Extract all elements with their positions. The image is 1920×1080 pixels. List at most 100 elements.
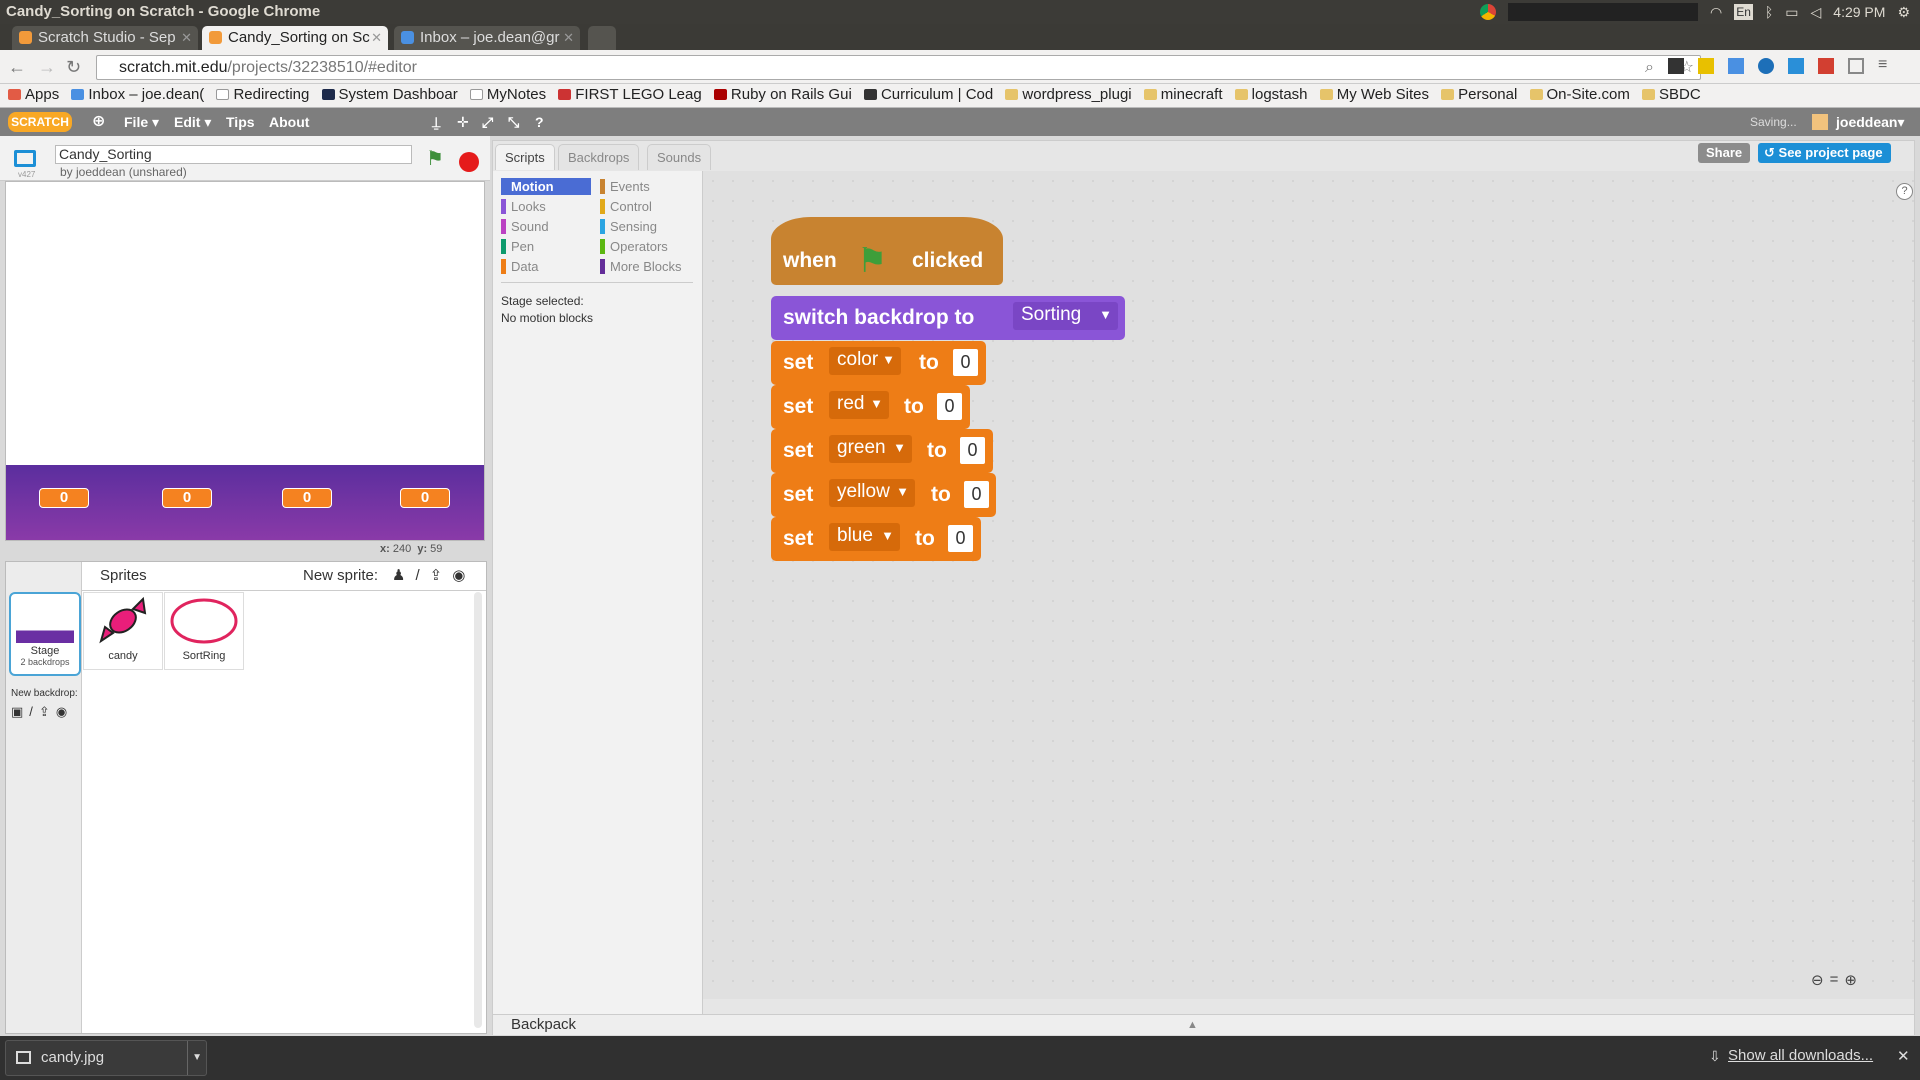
category-data[interactable]: Data: [501, 258, 538, 275]
new-tab-button[interactable]: [588, 26, 616, 50]
chrome-icon[interactable]: [1479, 4, 1496, 20]
zoom-in-icon[interactable]: ⊕: [1844, 971, 1857, 989]
value-input[interactable]: 0: [964, 481, 989, 508]
upload-icon[interactable]: ⇪: [39, 704, 50, 720]
clock[interactable]: 4:29 PM: [1833, 0, 1885, 24]
variable-dropdown[interactable]: blue ▼: [829, 523, 900, 551]
tab-inbox[interactable]: Inbox – joe.dean@gr ✕: [394, 26, 580, 50]
keyboard-lang[interactable]: En: [1734, 4, 1753, 20]
battery-icon[interactable]: ▭: [1785, 0, 1798, 24]
bookmark-folder[interactable]: SBDC: [1642, 84, 1701, 106]
extension-icon-4[interactable]: [1788, 58, 1804, 74]
close-tab-icon[interactable]: ✕: [563, 26, 574, 50]
paint-icon[interactable]: /: [29, 704, 33, 720]
value-input[interactable]: 0: [953, 349, 978, 376]
zoom-reset-icon[interactable]: =: [1830, 971, 1839, 989]
bookmark-item[interactable]: Apps: [8, 84, 59, 106]
share-button[interactable]: Share: [1698, 143, 1751, 163]
upload-icon[interactable]: ⇪: [430, 562, 443, 590]
avatar[interactable]: [1812, 114, 1828, 130]
when-flag-clicked-block[interactable]: when ⚑ clicked: [771, 217, 1003, 285]
menu-about[interactable]: About: [269, 108, 309, 136]
project-title-input[interactable]: Candy_Sorting: [55, 145, 412, 164]
see-project-page-button[interactable]: ↺ See project page: [1758, 143, 1891, 163]
set-variable-block[interactable]: set red ▼ to 0: [771, 385, 970, 429]
zoom-out-icon[interactable]: ⊖: [1811, 971, 1824, 989]
bookmark-folder[interactable]: minecraft: [1143, 84, 1222, 106]
category-pen[interactable]: Pen: [501, 238, 534, 255]
backpack-bar[interactable]: Backpack ▲: [493, 1014, 1914, 1035]
bookmark-folder[interactable]: Personal: [1441, 84, 1517, 106]
user-menu[interactable]: joeddean▾: [1836, 108, 1905, 136]
dropdown-arrow-icon[interactable]: ▼: [187, 1041, 202, 1075]
tab-backdrops[interactable]: Backdrops: [558, 144, 640, 170]
close-tab-icon[interactable]: ✕: [371, 26, 382, 50]
bookmark-item[interactable]: Ruby on Rails Gui: [713, 84, 852, 106]
category-sensing[interactable]: Sensing: [600, 218, 657, 235]
help-icon[interactable]: ?: [1896, 183, 1913, 200]
category-looks[interactable]: Looks: [501, 198, 546, 215]
gear-icon[interactable]: ⚙: [1897, 0, 1910, 24]
calendar-icon[interactable]: [1728, 58, 1744, 74]
bookmark-item[interactable]: Curriculum | Cod: [863, 84, 993, 106]
value-input[interactable]: 0: [960, 437, 985, 464]
cut-icon[interactable]: ✛: [457, 108, 469, 136]
variable-dropdown[interactable]: color ▼: [829, 347, 901, 375]
close-tab-icon[interactable]: ✕: [181, 26, 192, 50]
set-variable-block[interactable]: set green ▼ to 0: [771, 429, 993, 473]
set-variable-block[interactable]: set yellow ▼ to 0: [771, 473, 996, 517]
grow-icon[interactable]: ⤢: [482, 108, 493, 136]
set-variable-block[interactable]: set blue ▼ to 0: [771, 517, 981, 561]
stage-thumbnail[interactable]: Stage 2 backdrops: [9, 592, 81, 676]
close-icon[interactable]: ✕: [1897, 1047, 1910, 1065]
value-input[interactable]: 0: [937, 393, 962, 420]
bookmark-item[interactable]: MyNotes: [469, 84, 546, 106]
help-icon[interactable]: ?: [535, 108, 544, 136]
category-motion[interactable]: Motion: [501, 178, 591, 195]
extension-icon-1[interactable]: [1668, 58, 1684, 74]
menu-tips[interactable]: Tips: [226, 108, 255, 136]
volume-icon[interactable]: ◁: [1811, 0, 1822, 24]
bookmark-folder[interactable]: wordpress_plugi: [1005, 84, 1132, 106]
forward-arrow-icon[interactable]: →: [38, 57, 56, 78]
category-operators[interactable]: Operators: [600, 238, 668, 255]
menu-file[interactable]: File ▾: [124, 108, 159, 136]
sprite-scrollbar[interactable]: [474, 592, 482, 1028]
scratch-logo[interactable]: SCRATCH: [8, 112, 72, 132]
back-arrow-icon[interactable]: ←: [8, 57, 26, 78]
download-item[interactable]: candy.jpg ▼: [5, 1040, 207, 1076]
stage-canvas[interactable]: 0 0 0 0: [5, 181, 485, 541]
tab-scripts[interactable]: Scripts: [495, 144, 555, 170]
globe-icon[interactable]: ⊕: [92, 108, 105, 136]
value-input[interactable]: 0: [948, 525, 973, 552]
backdrop-dropdown[interactable]: Sorting ▼: [1013, 302, 1118, 330]
category-more-blocks[interactable]: More Blocks: [600, 258, 682, 275]
tab-scratch-studio[interactable]: Scratch Studio - Sep ✕: [12, 26, 198, 50]
sprite-thumb-candy[interactable]: candy: [83, 592, 163, 670]
category-sound[interactable]: Sound: [501, 218, 549, 235]
set-variable-block[interactable]: set color ▼ to 0: [771, 341, 986, 385]
menu-edit[interactable]: Edit ▾: [174, 108, 211, 136]
sprite-thumb-sortring[interactable]: SortRing: [164, 592, 244, 670]
bookmark-item[interactable]: Inbox – joe.dean(: [71, 84, 204, 106]
shrink-icon[interactable]: ⤡: [508, 108, 519, 136]
camera-icon[interactable]: ◉: [452, 562, 465, 590]
bookmark-folder[interactable]: My Web Sites: [1319, 84, 1429, 106]
stop-sign-icon[interactable]: [459, 152, 479, 172]
variable-dropdown[interactable]: red ▼: [829, 391, 889, 419]
image-icon[interactable]: ▣: [11, 704, 23, 720]
green-flag-icon[interactable]: ⚑: [426, 149, 444, 169]
duplicate-icon[interactable]: ⍊: [432, 108, 440, 136]
tab-candy-sorting[interactable]: Candy_Sorting on Sc ✕: [202, 26, 388, 50]
category-events[interactable]: Events: [600, 178, 650, 195]
cast-icon[interactable]: [1848, 58, 1864, 74]
zoom-icon[interactable]: ⌕: [1645, 56, 1654, 79]
wifi-icon[interactable]: ◠: [1710, 0, 1722, 24]
paint-icon[interactable]: /: [415, 562, 419, 590]
extension-icon-3[interactable]: [1758, 58, 1774, 74]
bookmark-item[interactable]: Redirecting: [216, 84, 309, 106]
bookmark-item[interactable]: FIRST LEGO Leag: [558, 84, 702, 106]
menu-icon[interactable]: ≡: [1878, 57, 1887, 74]
category-control[interactable]: Control: [600, 198, 652, 215]
bookmark-folder[interactable]: On-Site.com: [1529, 84, 1630, 106]
